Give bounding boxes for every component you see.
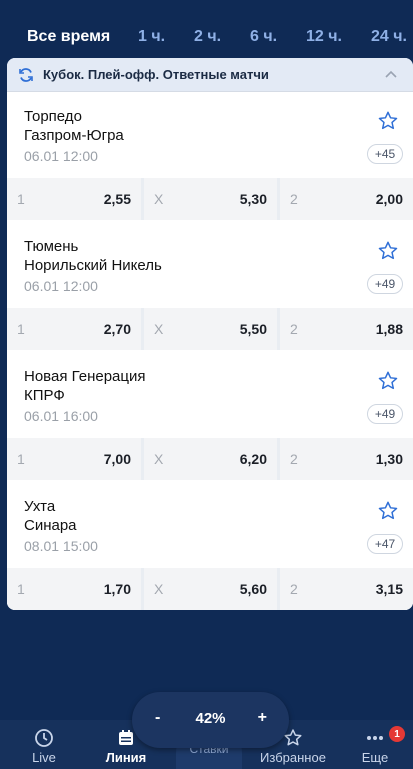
- match-info[interactable]: Ухта Синара 08.01 15:00 +47: [7, 482, 413, 566]
- odd-value: 6,20: [239, 451, 267, 467]
- notification-badge: 1: [389, 726, 405, 742]
- more-dots-icon: [365, 728, 385, 748]
- odd-label: X: [154, 191, 164, 207]
- calendar-icon: [116, 728, 136, 748]
- more-markets-badge[interactable]: +49: [367, 274, 403, 294]
- odd-draw[interactable]: X 6,20: [144, 438, 277, 480]
- odd-value: 1,88: [375, 321, 403, 337]
- chevron-up-icon[interactable]: [383, 67, 399, 83]
- odd-value: 2,70: [103, 321, 131, 337]
- match-info[interactable]: Новая Генерация КПРФ 06.01 16:00 +49: [7, 352, 413, 436]
- match-card[interactable]: Торпедо Газпром-Югра 06.01 12:00 +45 1 2,…: [7, 92, 413, 222]
- star-icon[interactable]: [377, 500, 399, 522]
- odd-value: 1,70: [103, 581, 131, 597]
- odd-value: 2,55: [103, 191, 131, 207]
- filter-6h[interactable]: 6 ч.: [250, 28, 277, 46]
- odd-value: 2,00: [375, 191, 403, 207]
- tab-live[interactable]: Live: [4, 720, 84, 769]
- league-title: Кубок. Плей-офф. Ответные матчи: [43, 67, 269, 82]
- match-time: 06.01 16:00: [24, 408, 98, 424]
- star-icon[interactable]: [377, 370, 399, 392]
- filter-all-time[interactable]: Все время: [27, 28, 110, 46]
- match-card[interactable]: Новая Генерация КПРФ 06.01 16:00 +49 1 7,…: [7, 352, 413, 482]
- match-info[interactable]: Тюмень Норильский Никель 06.01 12:00 +49: [7, 222, 413, 306]
- odd-label: X: [154, 321, 164, 337]
- team-away: КПРФ: [24, 387, 65, 404]
- odd-draw[interactable]: X 5,30: [144, 178, 277, 220]
- odd-value: 1,30: [375, 451, 403, 467]
- odd-away[interactable]: 2 2,00: [280, 178, 413, 220]
- star-icon[interactable]: [377, 240, 399, 262]
- odd-home[interactable]: 1 2,55: [7, 178, 141, 220]
- zoom-in-button[interactable]: +: [258, 709, 267, 727]
- odd-label: 2: [290, 581, 298, 597]
- odd-value: 7,00: [103, 451, 131, 467]
- odd-label: 2: [290, 451, 298, 467]
- odd-label: 1: [17, 581, 25, 597]
- more-markets-badge[interactable]: +49: [367, 404, 403, 424]
- refresh-icon: [17, 66, 35, 84]
- odd-label: 1: [17, 321, 25, 337]
- team-away: Газпром-Югра: [24, 127, 124, 144]
- odd-value: 3,15: [375, 581, 403, 597]
- zoom-control: - 42% +: [132, 692, 289, 748]
- odds-row: 1 2,70 X 5,50 2 1,88: [7, 308, 413, 350]
- more-markets-badge[interactable]: +45: [367, 144, 403, 164]
- more-markets-badge[interactable]: +47: [367, 534, 403, 554]
- team-home: Торпедо: [24, 108, 82, 125]
- match-time: 06.01 12:00: [24, 278, 98, 294]
- odd-away[interactable]: 2 3,15: [280, 568, 413, 610]
- tab-label: Еще: [361, 750, 389, 765]
- odds-row: 1 7,00 X 6,20 2 1,30: [7, 438, 413, 480]
- filter-12h[interactable]: 12 ч.: [306, 28, 342, 46]
- odd-home[interactable]: 1 2,70: [7, 308, 141, 350]
- odd-home[interactable]: 1 7,00: [7, 438, 141, 480]
- odd-label: X: [154, 451, 164, 467]
- league-panel: Кубок. Плей-офф. Ответные матчи Торпедо …: [7, 58, 413, 610]
- team-home: Новая Генерация: [24, 368, 146, 385]
- odd-away[interactable]: 2 1,30: [280, 438, 413, 480]
- odd-draw[interactable]: X 5,50: [144, 308, 277, 350]
- odd-label: 2: [290, 321, 298, 337]
- odd-away[interactable]: 2 1,88: [280, 308, 413, 350]
- odd-label: 2: [290, 191, 298, 207]
- match-time: 08.01 15:00: [24, 538, 98, 554]
- odds-row: 1 2,55 X 5,30 2 2,00: [7, 178, 413, 220]
- team-home: Тюмень: [24, 238, 79, 255]
- tab-label: Live: [32, 750, 56, 765]
- odd-value: 5,60: [239, 581, 267, 597]
- odd-label: X: [154, 581, 164, 597]
- odd-home[interactable]: 1 1,70: [7, 568, 141, 610]
- team-away: Синара: [24, 517, 77, 534]
- odds-row: 1 1,70 X 5,60 2 3,15: [7, 568, 413, 610]
- time-filter-bar: Все время 1 ч. 2 ч. 6 ч. 12 ч. 24 ч.: [0, 0, 413, 62]
- odd-draw[interactable]: X 5,60: [144, 568, 277, 610]
- tab-label: Избранное: [260, 750, 326, 765]
- match-time: 06.01 12:00: [24, 148, 98, 164]
- filter-1h[interactable]: 1 ч.: [138, 28, 165, 46]
- filter-2h[interactable]: 2 ч.: [194, 28, 221, 46]
- odd-label: 1: [17, 451, 25, 467]
- clock-icon: [34, 728, 54, 748]
- match-info[interactable]: Торпедо Газпром-Югра 06.01 12:00 +45: [7, 92, 413, 176]
- match-card[interactable]: Тюмень Норильский Никель 06.01 12:00 +49…: [7, 222, 413, 352]
- league-header[interactable]: Кубок. Плей-офф. Ответные матчи: [7, 58, 413, 92]
- odd-value: 5,30: [239, 191, 267, 207]
- odd-label: 1: [17, 191, 25, 207]
- filter-24h[interactable]: 24 ч.: [371, 28, 407, 46]
- team-home: Ухта: [24, 498, 56, 515]
- star-icon[interactable]: [377, 110, 399, 132]
- match-card[interactable]: Ухта Синара 08.01 15:00 +47 1 1,70 X 5,60 …: [7, 482, 413, 610]
- odd-value: 5,50: [239, 321, 267, 337]
- team-away: Норильский Никель: [24, 257, 162, 274]
- tab-label: Линия: [105, 750, 147, 765]
